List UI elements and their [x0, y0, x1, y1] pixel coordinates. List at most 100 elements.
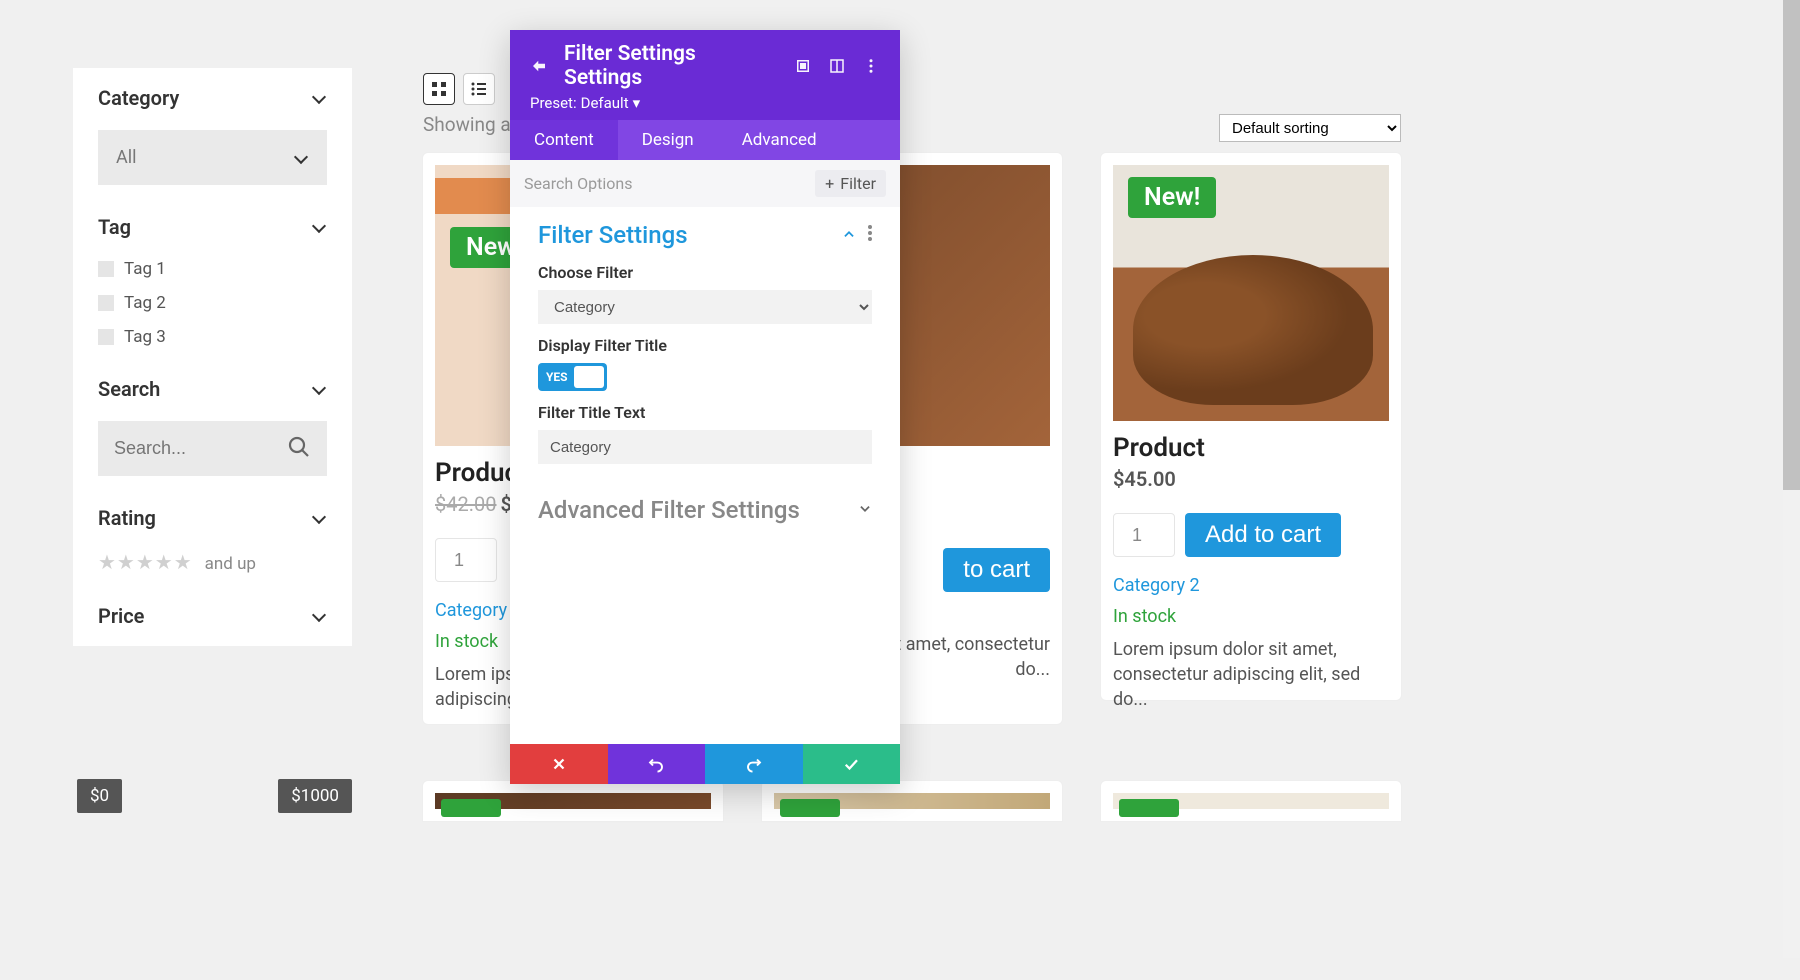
category-link[interactable]: Category 2: [1113, 575, 1389, 596]
advanced-filter-heading: Advanced Filter Settings: [538, 496, 800, 524]
filter-section-tag: Tag Tag 1 Tag 2 Tag 3: [98, 215, 327, 347]
add-to-cart-button[interactable]: Add to cart: [1185, 513, 1341, 557]
category-select[interactable]: All: [98, 130, 327, 185]
list-view-button[interactable]: [463, 73, 495, 105]
cancel-button[interactable]: [510, 744, 608, 784]
filter-settings-panel: Filter Settings Choose Filter Category D…: [510, 207, 900, 470]
price-header[interactable]: Price: [98, 604, 327, 628]
tag-row[interactable]: Tag 1: [98, 259, 327, 279]
checkbox-icon[interactable]: [98, 329, 114, 345]
layout-icon[interactable]: [828, 57, 846, 75]
choose-filter-select[interactable]: Category: [538, 290, 872, 324]
preset-selector[interactable]: Preset: Default ▾: [530, 94, 880, 112]
product-card: [422, 780, 724, 822]
chevron-down-icon: [311, 90, 327, 106]
undo-button[interactable]: [608, 744, 706, 784]
price-min-badge[interactable]: $0: [77, 779, 122, 813]
add-to-cart-button[interactable]: to cart: [943, 548, 1050, 592]
product-image[interactable]: New!: [1113, 165, 1389, 421]
checkbox-icon[interactable]: [98, 295, 114, 311]
price-max-badge[interactable]: $1000: [278, 779, 352, 813]
filter-title-text-input[interactable]: [538, 430, 872, 464]
page-scrollbar[interactable]: [1783, 0, 1800, 958]
toggle-label: YES: [546, 370, 568, 384]
advanced-filter-settings-header[interactable]: Advanced Filter Settings: [510, 470, 900, 550]
price-badges: $0 $1000: [77, 779, 352, 813]
add-filter-button[interactable]: + Filter: [815, 170, 886, 197]
cart-row: Add to cart: [1113, 513, 1389, 557]
search-box: [98, 421, 327, 476]
product-grid-row2: [422, 780, 1402, 822]
chevron-down-icon: [293, 150, 309, 166]
chevron-down-icon: [311, 381, 327, 397]
rating-header[interactable]: Rating: [98, 506, 327, 530]
quantity-stepper[interactable]: [1113, 513, 1175, 557]
plus-icon: +: [825, 174, 834, 193]
search-header[interactable]: Search: [98, 377, 327, 401]
preset-label: Preset:: [530, 94, 577, 112]
search-options-label: Search Options: [524, 174, 632, 193]
chevron-up-icon[interactable]: [842, 226, 856, 245]
filter-section-rating: Rating ★★★★★ and up: [98, 506, 327, 574]
tag-row[interactable]: Tag 3: [98, 327, 327, 347]
filter-settings-heading: Filter Settings: [538, 221, 688, 249]
add-filter-label: Filter: [840, 174, 876, 193]
product-title: Product: [1113, 433, 1389, 463]
chevron-down-icon: ▾: [633, 94, 641, 112]
modal-tabs: Content Design Advanced: [510, 120, 900, 160]
back-icon[interactable]: [530, 57, 548, 75]
chevron-down-icon: [311, 219, 327, 235]
price-line: $45.00: [1113, 467, 1389, 491]
tag-row[interactable]: Tag 2: [98, 293, 327, 313]
modal-header[interactable]: Filter Settings Settings Preset: Default…: [510, 30, 900, 120]
tag-label: Tag 1: [124, 259, 166, 279]
tag-label: Tag 2: [124, 293, 166, 313]
product-card: [1100, 780, 1402, 822]
category-title: Category: [98, 86, 179, 110]
filter-section-search: Search: [98, 377, 327, 476]
display-filter-title-label: Display Filter Title: [538, 336, 872, 355]
filter-settings-header[interactable]: Filter Settings: [538, 221, 872, 249]
tag-title: Tag: [98, 215, 131, 239]
rating-row[interactable]: ★★★★★ and up: [98, 550, 327, 574]
new-badge: New!: [1128, 177, 1216, 218]
more-icon[interactable]: [862, 57, 880, 75]
tab-design[interactable]: Design: [618, 120, 718, 160]
grid-view-button[interactable]: [423, 73, 455, 105]
more-icon[interactable]: [868, 225, 872, 245]
display-title-toggle[interactable]: YES: [538, 363, 607, 391]
stock-status: In stock: [1113, 606, 1389, 627]
search-input[interactable]: [114, 438, 274, 459]
search-title: Search: [98, 377, 160, 401]
view-toolbar: [423, 73, 495, 105]
choose-filter-label: Choose Filter: [538, 263, 872, 282]
confirm-button[interactable]: [803, 744, 901, 784]
category-header[interactable]: Category: [98, 86, 327, 110]
modal-footer: [510, 744, 900, 784]
sort-select[interactable]: Default sorting: [1219, 114, 1401, 142]
scrollbar-thumb[interactable]: [1783, 0, 1800, 490]
tab-content[interactable]: Content: [510, 120, 618, 160]
filter-sidebar: Category All Tag Tag 1 Tag 2 Tag 3 Searc…: [73, 68, 352, 646]
tag-label: Tag 3: [124, 327, 166, 347]
toggle-knob: [574, 366, 604, 388]
search-icon[interactable]: [287, 435, 311, 463]
tag-header[interactable]: Tag: [98, 215, 327, 239]
rating-suffix: and up: [205, 554, 256, 574]
stars-icon: ★★★★★: [98, 550, 193, 574]
product-card: New! Product $45.00 Add to cart Category…: [1100, 152, 1402, 701]
chevron-down-icon: [311, 510, 327, 526]
rating-title: Rating: [98, 506, 156, 530]
chevron-down-icon: [311, 608, 327, 624]
modal-title: Filter Settings Settings: [564, 42, 778, 90]
expand-icon[interactable]: [794, 57, 812, 75]
product-description: Lorem ipsum dolor sit amet, consectetur …: [1113, 637, 1389, 713]
checkbox-icon[interactable]: [98, 261, 114, 277]
price: $45.00: [1113, 467, 1176, 491]
redo-button[interactable]: [705, 744, 803, 784]
tab-advanced[interactable]: Advanced: [718, 120, 841, 160]
filter-section-price: Price: [98, 604, 327, 628]
category-selected: All: [116, 147, 137, 168]
quantity-stepper[interactable]: [435, 538, 497, 582]
preset-value: Default: [581, 94, 629, 112]
